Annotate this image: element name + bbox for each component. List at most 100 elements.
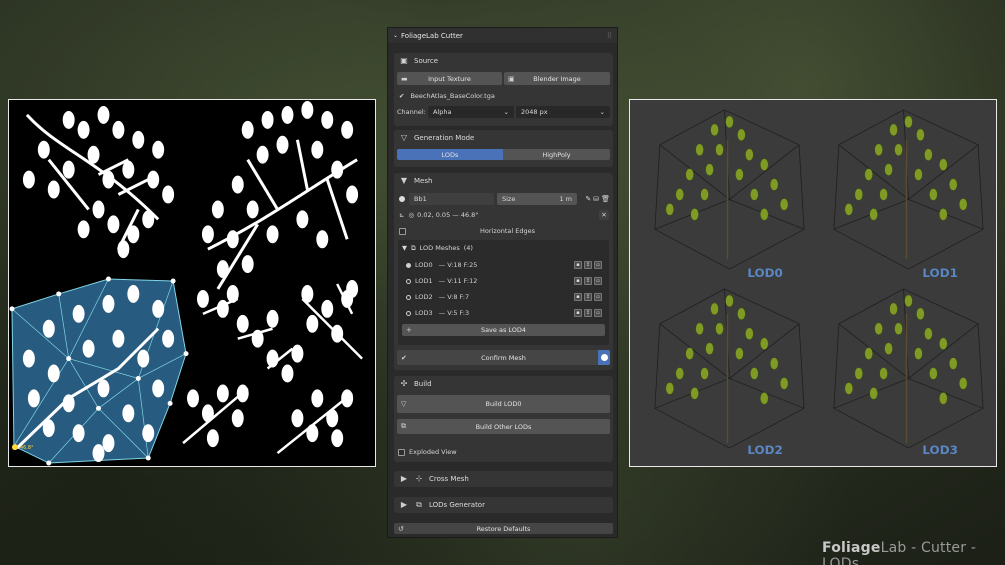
panel-header[interactable]: ⌄ FoliageLab Cutter ⠿: [388, 28, 617, 43]
radio-icon[interactable]: [406, 278, 411, 284]
cross-mesh-header[interactable]: ▶ ⊹ Cross Mesh: [394, 471, 613, 486]
save-icon[interactable]: ▪: [574, 277, 582, 285]
file-name: BeechAtlas_BaseColor.tga: [410, 92, 495, 100]
tree-lod1: [844, 115, 968, 260]
mesh-name-dot: [399, 193, 405, 205]
confirm-toggle[interactable]: [598, 350, 610, 365]
lod-meshes-panel: ▼ ⧉ LOD Meshes (4) LOD0 — V:18 F:25 ▪ ↥ ▫ …: [398, 240, 609, 345]
close-icon[interactable]: ✕: [599, 210, 609, 220]
lod3-label: LOD3: [922, 443, 958, 457]
chevron-down-icon[interactable]: ⌄: [393, 32, 398, 39]
texture-atlas-view[interactable]: 46.8°: [8, 99, 376, 467]
generation-header[interactable]: ▽ Generation Mode: [394, 130, 613, 145]
size-value: 1 m: [559, 195, 572, 203]
tab-highpoly[interactable]: HighPoly: [503, 149, 610, 160]
image-icon: ▣: [508, 74, 515, 83]
cross-mesh-title: Cross Mesh: [429, 474, 469, 483]
mesh-name: Bb1: [414, 195, 427, 203]
lod0-label: LOD0: [747, 266, 783, 280]
lod-name: LOD0: [415, 261, 433, 269]
blender-image-button[interactable]: ▣ Blender Image: [504, 72, 610, 85]
plus-icon: +: [406, 326, 412, 334]
source-header[interactable]: ▣ Source: [394, 53, 613, 68]
foliagelab-panel: ⌄ FoliageLab Cutter ⠿ ▣ Source ▬ Input T…: [387, 27, 618, 538]
build-lod0-button[interactable]: ▽ Build LOD0: [397, 395, 610, 413]
lod-row-2[interactable]: LOD2 — V:8 F:7 ▪ ↥ ▫: [406, 291, 604, 303]
chevron-down-icon: ⌄: [503, 108, 509, 116]
exploded-view-label: Exploded View: [409, 448, 457, 456]
coords-value: 0.02, 0.05 — 46.8°: [417, 211, 479, 219]
radio-icon[interactable]: [406, 294, 411, 300]
tab-lods[interactable]: LODs: [397, 149, 503, 160]
export-icon[interactable]: ↥: [584, 293, 592, 301]
bucket-icon[interactable]: ⛁: [593, 195, 599, 203]
cross-mesh-icon: ⊹: [415, 474, 423, 483]
image-icon: ▣: [400, 56, 408, 65]
drag-handle-icon[interactable]: ⠿: [607, 32, 612, 40]
folder-icon: ▬: [401, 74, 408, 83]
restore-defaults-button[interactable]: ↺ Restore Defaults: [394, 523, 613, 534]
build-other-label: Build Other LODs: [475, 422, 532, 431]
build-lod0-label: Build LOD0: [485, 400, 522, 408]
pencil-icon[interactable]: ✎: [585, 195, 591, 203]
mesh-name-field[interactable]: Bb1: [409, 193, 494, 205]
cutter-mesh-overlay[interactable]: 46.8°: [9, 276, 189, 466]
tab-highpoly-label: HighPoly: [542, 150, 571, 159]
save-icon[interactable]: ▪: [574, 261, 582, 269]
trash-icon[interactable]: ▫: [594, 277, 602, 285]
export-icon[interactable]: ↥: [584, 309, 592, 317]
file-row: ✔ BeechAtlas_BaseColor.tga: [399, 90, 495, 102]
triangle-icon: ▽: [401, 400, 407, 408]
angle-label: 46.8°: [20, 445, 34, 451]
mesh-header[interactable]: ▼ Mesh: [394, 173, 613, 188]
lod-row-1[interactable]: LOD1 — V:11 F:12 ▪ ↥ ▫: [406, 275, 604, 287]
exploded-view-checkbox[interactable]: [398, 448, 405, 456]
toggle-knob-icon: [600, 354, 608, 361]
coords-row: ⊾ ◎ 0.02, 0.05 — 46.8° ✕: [399, 209, 609, 221]
lods-generator-header[interactable]: ▶ ⧉ LODs Generator: [394, 497, 613, 512]
lod1-label: LOD1: [922, 266, 958, 280]
build-other-lods-button[interactable]: ⧉ Build Other LODs: [397, 419, 610, 434]
lod-row-0[interactable]: LOD0 — V:18 F:25 ▪ ↥ ▫: [406, 259, 604, 271]
build-header[interactable]: ✣ Build: [394, 376, 613, 391]
resolution-select[interactable]: 2048 px ⌄: [516, 106, 610, 118]
lod-meshes-header[interactable]: ▼ ⧉ LOD Meshes (4): [402, 242, 473, 254]
mesh-icon: ⧉: [401, 422, 406, 430]
mesh-icon: ⧉: [416, 499, 422, 509]
lod-preview-view[interactable]: LOD0 LOD1 LOD2 LOD3: [629, 99, 997, 467]
trash-icon[interactable]: ▫: [594, 309, 602, 317]
horizontal-edges-checkbox[interactable]: [399, 227, 406, 235]
channel-label: Channel:: [397, 108, 426, 116]
input-texture-button[interactable]: ▬ Input Texture: [397, 72, 502, 85]
radio-icon[interactable]: [406, 310, 411, 316]
tree-lod3: [844, 294, 968, 444]
mesh-icon: ⧉: [411, 243, 416, 252]
chevron-down-icon: ⌄: [599, 108, 605, 116]
lods-generator-title: LODs Generator: [429, 500, 485, 509]
mesh-section: ▼ Mesh Bb1 Size 1 m ✎ ⛁ 🗑 ⊾ ◎ 0.02, 0.05…: [394, 173, 613, 370]
confirm-mesh-button[interactable]: ✔ Confirm Mesh: [397, 350, 610, 365]
trash-icon[interactable]: ▫: [594, 261, 602, 269]
horizontal-edges-row[interactable]: Horizontal Edges: [399, 225, 609, 237]
radio-selected-icon[interactable]: [406, 262, 411, 268]
restore-defaults-label: Restore Defaults: [476, 524, 531, 533]
channel-select[interactable]: Alpha ⌄: [428, 106, 514, 118]
save-icon[interactable]: ▪: [574, 293, 582, 301]
tree-lod2: [665, 294, 789, 444]
lods-generator-section[interactable]: ▶ ⧉ LODs Generator: [394, 497, 613, 513]
save-as-lod-button[interactable]: + Save as LOD4: [402, 324, 605, 336]
lod-meshes-title: LOD Meshes: [419, 244, 460, 252]
export-icon[interactable]: ↥: [584, 261, 592, 269]
cross-mesh-section[interactable]: ▶ ⊹ Cross Mesh: [394, 471, 613, 487]
save-icon[interactable]: ▪: [574, 309, 582, 317]
exploded-view-row[interactable]: Exploded View: [398, 446, 457, 458]
triangle-down-icon: ▼: [402, 244, 407, 252]
lod-name: LOD1: [415, 277, 433, 285]
lod-row-3[interactable]: LOD3 — V:5 F:3 ▪ ↥ ▫: [406, 307, 604, 319]
triangle-right-icon: ▶: [400, 500, 408, 509]
atlas-canvas: 46.8°: [9, 100, 363, 466]
trash-icon[interactable]: 🗑: [601, 195, 610, 203]
size-field[interactable]: Size 1 m: [497, 193, 577, 205]
trash-icon[interactable]: ▫: [594, 293, 602, 301]
export-icon[interactable]: ↥: [584, 277, 592, 285]
